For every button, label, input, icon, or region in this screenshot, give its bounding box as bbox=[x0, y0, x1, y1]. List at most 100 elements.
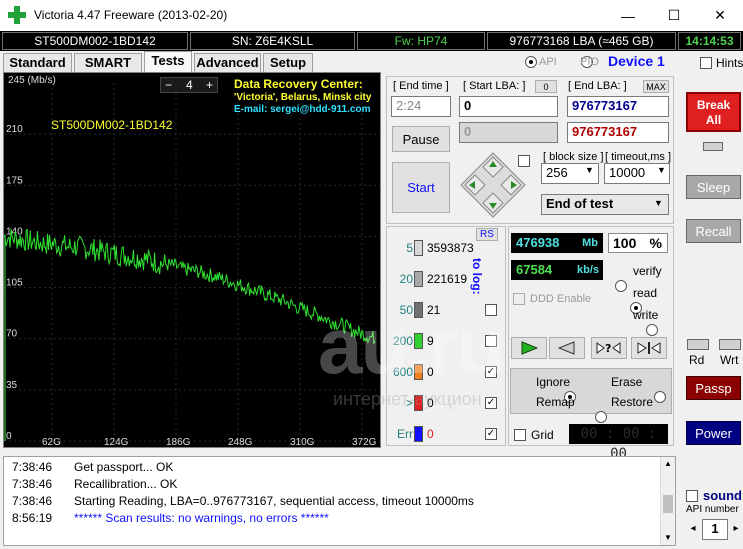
y-tick-label: 105 bbox=[6, 278, 23, 289]
end-action-chevron-icon[interactable]: ▼ bbox=[654, 198, 663, 208]
remap-radio[interactable] bbox=[594, 411, 607, 423]
lba-label: 976773168 LBA (≈465 GB) bbox=[487, 32, 676, 50]
scroll-down-icon[interactable]: ▼ bbox=[664, 533, 672, 542]
latency-swatch bbox=[414, 333, 423, 349]
api-number-field[interactable]: 1 bbox=[702, 519, 728, 540]
banner-location: 'Victoria', Belarus, Minsk city bbox=[234, 92, 372, 103]
maximize-button[interactable]: ☐ bbox=[651, 0, 697, 31]
wrt-label: Wrt bbox=[720, 353, 739, 367]
drive-info-bar: ST500DM002-1BD142 SN: Z6E4KSLL Fw: HP74 … bbox=[0, 31, 743, 51]
log-checkbox[interactable]: ✓ bbox=[485, 428, 497, 440]
firmware-label: Fw: HP74 bbox=[357, 32, 485, 50]
latency-threshold-label: 600 bbox=[392, 365, 413, 379]
break-indicator bbox=[703, 142, 723, 151]
break-all-button[interactable]: Break All bbox=[686, 92, 741, 132]
log-checkbox[interactable] bbox=[485, 304, 497, 316]
close-button[interactable]: ✕ bbox=[697, 0, 743, 31]
power-button[interactable]: Power bbox=[686, 421, 741, 445]
speed-graph: 210 175 140 105 70 35 0 62G 124G 186G 248G 310G 372G… bbox=[3, 72, 381, 448]
latency-threshold-label: 50 bbox=[399, 303, 413, 317]
end-lba-label: [ End LBA: ] bbox=[568, 80, 627, 92]
api-dec-button[interactable]: ◂ bbox=[686, 519, 700, 539]
minimize-button[interactable]: — bbox=[605, 0, 651, 31]
latency-count: 221619 bbox=[427, 272, 468, 286]
log-checkbox[interactable]: ✓ bbox=[485, 397, 497, 409]
start-button[interactable]: Start bbox=[392, 162, 450, 213]
latency-threshold-label: 200 bbox=[392, 334, 413, 348]
log-row: 8:56:19 ****** Scan results: no warnings,… bbox=[12, 511, 329, 527]
api-inc-button[interactable]: ▸ bbox=[729, 519, 743, 539]
latency-swatch bbox=[414, 271, 423, 287]
log-checkbox[interactable]: ✓ bbox=[485, 366, 497, 378]
start-lba-input[interactable]: 0 bbox=[459, 96, 558, 117]
end-button[interactable] bbox=[631, 337, 667, 359]
api-radio[interactable] bbox=[525, 56, 537, 68]
hints-checkbox[interactable] bbox=[700, 57, 712, 69]
banner-email: E-mail: sergei@hdd-911.com bbox=[234, 104, 371, 115]
back-button[interactable] bbox=[549, 337, 585, 359]
log-message: ****** Scan results: no warnings, no err… bbox=[74, 511, 329, 525]
tab-setup[interactable]: Setup bbox=[263, 53, 313, 72]
log-checkbox[interactable] bbox=[485, 335, 497, 347]
step-control[interactable]: − 4 + bbox=[160, 77, 218, 93]
sound-checkbox[interactable] bbox=[686, 490, 698, 502]
scroll-thumb[interactable] bbox=[663, 495, 673, 513]
timeout-chevron-icon[interactable]: ▼ bbox=[657, 165, 666, 175]
verify-radio[interactable] bbox=[615, 280, 627, 292]
mb-readout: 476938 Mb bbox=[511, 233, 603, 253]
back-icon bbox=[558, 341, 575, 355]
y-tick-label: 175 bbox=[6, 175, 23, 186]
block-size-label: [ block size ] bbox=[543, 151, 604, 163]
tab-smart[interactable]: SMART bbox=[74, 53, 142, 72]
tab-standard[interactable]: Standard bbox=[3, 53, 72, 72]
write-radio[interactable] bbox=[645, 324, 658, 336]
percent-readout: 100% bbox=[608, 233, 668, 253]
rs-button[interactable]: RS bbox=[476, 228, 498, 241]
end-lba-current: 976773167 bbox=[567, 122, 669, 143]
latency-threshold-label: > bbox=[405, 396, 413, 410]
log-message: Recallibration... OK bbox=[74, 477, 178, 491]
grid-checkbox[interactable] bbox=[514, 429, 526, 441]
end-lba-input[interactable]: 976773167 bbox=[567, 96, 669, 117]
latency-count: 0 bbox=[427, 365, 434, 379]
block-size-chevron-icon[interactable]: ▼ bbox=[585, 165, 594, 175]
pad-checkbox[interactable] bbox=[518, 155, 530, 167]
log-scrollbar[interactable]: ▲ ▼ bbox=[660, 457, 675, 545]
log-row: 7:38:46 Starting Reading, LBA=0..97677316… bbox=[12, 494, 474, 510]
erase-label: Erase bbox=[611, 375, 643, 389]
jump-button[interactable]: ? bbox=[591, 337, 627, 359]
pause-button[interactable]: Pause bbox=[392, 126, 450, 152]
y-tick-label: 0 bbox=[6, 431, 12, 442]
direction-pad-icon[interactable] bbox=[460, 152, 526, 218]
x-tick-label: 124G bbox=[104, 437, 129, 447]
grid-label: Grid bbox=[531, 428, 554, 442]
latency-count: 0 bbox=[427, 427, 434, 441]
device-label[interactable]: Device 1 bbox=[608, 53, 665, 69]
start-lba-label: [ Start LBA: ] bbox=[463, 80, 526, 92]
banner-title: Data Recovery Center: bbox=[234, 77, 363, 91]
tab-advanced[interactable]: Advanced bbox=[194, 53, 261, 72]
tab-tests[interactable]: Tests bbox=[144, 51, 192, 72]
end-action-select[interactable]: End of test bbox=[541, 194, 669, 215]
window-title: Victoria 4.47 Freeware (2013-02-20) bbox=[34, 8, 228, 22]
latency-swatch bbox=[414, 426, 423, 442]
step-plus-button[interactable]: + bbox=[206, 78, 213, 92]
recall-button[interactable]: Recall bbox=[686, 219, 741, 243]
latency-swatch bbox=[414, 395, 423, 411]
end-lba-max-button[interactable]: MAX bbox=[643, 80, 669, 93]
title-bar: Victoria 4.47 Freeware (2013-02-20) — ☐ … bbox=[0, 0, 743, 31]
ddd-checkbox[interactable] bbox=[513, 293, 525, 305]
api-label: API bbox=[539, 56, 557, 68]
scroll-up-icon[interactable]: ▲ bbox=[664, 459, 672, 468]
grid-timer: 00 : 00 : 00 bbox=[569, 424, 668, 462]
log-row: 7:38:46 Get passport... OK bbox=[12, 460, 173, 476]
end-time-field[interactable]: 2:24 bbox=[391, 96, 451, 117]
passp-button[interactable]: Passp bbox=[686, 376, 741, 400]
play-button[interactable] bbox=[511, 337, 547, 359]
step-minus-button[interactable]: − bbox=[165, 78, 172, 92]
start-lba-zero-button[interactable]: 0 bbox=[535, 80, 557, 93]
sleep-button[interactable]: Sleep bbox=[686, 175, 741, 199]
read-speed-series bbox=[4, 228, 376, 345]
app-cross-icon bbox=[8, 6, 26, 24]
remap-label: Remap bbox=[536, 395, 575, 409]
